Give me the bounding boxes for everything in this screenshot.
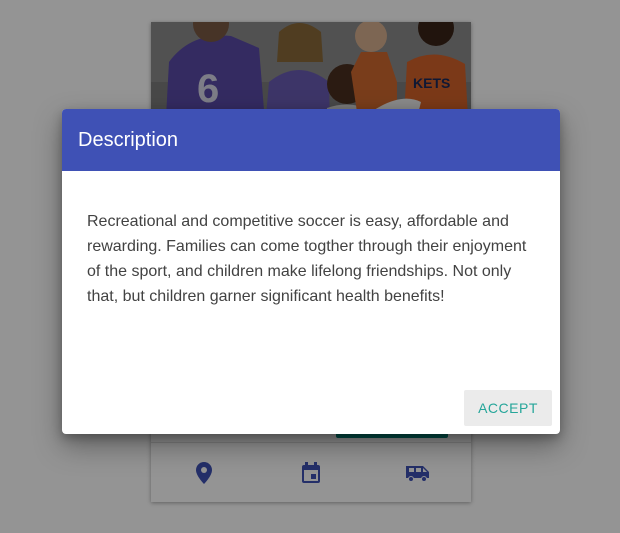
description-dialog: Description Recreational and competitive… [62, 109, 560, 434]
dialog-body-text: Recreational and competitive soccer is e… [87, 213, 527, 305]
accept-button[interactable]: ACCEPT [464, 390, 552, 426]
dialog-header: Description [62, 109, 560, 171]
dialog-title: Description [78, 128, 179, 151]
